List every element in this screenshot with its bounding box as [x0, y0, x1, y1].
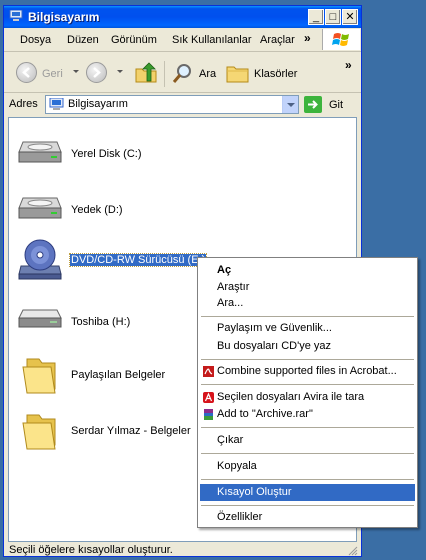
back-dropdown-icon[interactable]: [73, 70, 79, 73]
menu-araclar[interactable]: Araçlar: [260, 34, 295, 46]
menu-duzen[interactable]: Düzen: [67, 34, 99, 46]
window-title: Bilgisayarım: [28, 10, 100, 24]
menu-item-explore[interactable]: Araştır: [200, 279, 415, 296]
menu-separator: [201, 505, 414, 506]
drive-label: DVD/CD-RW Sürücüsü (E:): [68, 253, 208, 267]
go-arrow-icon: [308, 100, 318, 109]
forward-dropdown-icon[interactable]: [117, 70, 123, 73]
menu-item-avira-label: Seçilen dosyaları Avira ile tara: [217, 391, 365, 403]
back-label: Geri: [42, 68, 63, 80]
status-bar: Seçili öğelere kısayollar oluşturur.: [4, 542, 361, 557]
menu-separator: [201, 479, 414, 480]
folder-label: Serdar Yılmaz - Belgeler: [71, 425, 191, 437]
address-label: Adres: [9, 98, 38, 110]
menu-item-eject[interactable]: Çıkar: [200, 432, 415, 449]
menu-separator: [201, 359, 414, 360]
toolbar: Geri Ara Klasörler »: [4, 52, 361, 93]
address-dropdown-button[interactable]: [282, 96, 298, 113]
hard-disk-icon: [18, 141, 62, 163]
address-bar: Adres Bilgisayarım Git: [4, 93, 361, 116]
toolbar-separator: [164, 61, 165, 87]
folder-icon: [22, 414, 56, 450]
search-icon[interactable]: [172, 62, 194, 84]
menu-item-search[interactable]: Ara...: [200, 295, 415, 312]
folder-icon: [22, 358, 56, 394]
drive-label: Yerel Disk (C:): [71, 148, 142, 160]
menu-item-open[interactable]: Aç: [200, 262, 415, 279]
hard-disk-icon: [18, 197, 62, 219]
back-arrow-icon: [22, 67, 30, 78]
close-button[interactable]: ✕: [342, 9, 358, 25]
title-bar[interactable]: Bilgisayarım _ □ ✕: [4, 6, 361, 28]
menu-overflow-chevron[interactable]: »: [304, 31, 311, 45]
avira-icon: [203, 392, 214, 403]
minimize-button[interactable]: _: [308, 9, 324, 25]
menu-item-avira[interactable]: Seçilen dosyaları Avira ile tara: [200, 389, 415, 406]
drive-label: Toshiba (H:): [71, 316, 131, 328]
address-value: Bilgisayarım: [68, 98, 128, 110]
menu-separator: [201, 316, 414, 317]
folder-label: Paylaşılan Belgeler: [71, 369, 166, 381]
menu-separator: [201, 453, 414, 454]
removable-disk-icon: [18, 309, 62, 328]
menu-bar: Dosya Düzen Görünüm Sık Kullanılanlar Ar…: [4, 28, 361, 52]
acrobat-icon: [203, 366, 214, 377]
menu-item-rar[interactable]: Add to "Archive.rar": [200, 406, 415, 423]
address-input[interactable]: Bilgisayarım: [45, 95, 299, 114]
maximize-button[interactable]: □: [325, 9, 341, 25]
menu-gorunum[interactable]: Görünüm: [111, 34, 157, 46]
go-button[interactable]: [304, 96, 322, 113]
menu-item-sharing[interactable]: Paylaşım ve Güvenlik...: [200, 320, 415, 337]
forward-button[interactable]: [86, 62, 107, 83]
status-text: Seçili öğelere kısayollar oluşturur.: [9, 544, 173, 556]
winrar-icon: [204, 409, 213, 420]
my-computer-icon: [9, 10, 23, 21]
menu-item-acrobat-label: Combine supported files in Acrobat...: [217, 365, 397, 377]
up-folder-icon[interactable]: [134, 61, 158, 85]
context-menu: Aç Araştır Ara... Paylaşım ve Güvenlik..…: [197, 257, 418, 528]
menu-item-rar-label: Add to "Archive.rar": [217, 408, 313, 420]
menu-sik-kullanilanlar[interactable]: Sık Kullanılanlar: [172, 34, 252, 46]
resize-grip-icon[interactable]: [347, 545, 358, 556]
search-label[interactable]: Ara: [199, 68, 216, 80]
menu-item-properties[interactable]: Özellikler: [200, 509, 415, 526]
dvd-drive-icon: [18, 239, 62, 280]
menu-separator: [201, 427, 414, 428]
menu-item-create-shortcut[interactable]: Kısayol Oluştur: [200, 484, 415, 501]
menu-item-acrobat[interactable]: Combine supported files in Acrobat...: [200, 363, 415, 380]
windows-logo-icon: [322, 29, 360, 50]
folders-icon[interactable]: [226, 62, 250, 84]
menu-dosya[interactable]: Dosya: [20, 34, 51, 46]
menu-separator: [201, 384, 414, 385]
folders-label[interactable]: Klasörler: [254, 68, 297, 80]
my-computer-icon: [49, 98, 64, 110]
forward-arrow-icon: [93, 67, 101, 78]
toolbar-overflow-chevron[interactable]: »: [345, 58, 352, 72]
go-label[interactable]: Git: [329, 99, 343, 111]
back-button[interactable]: [16, 62, 37, 83]
menu-item-burn[interactable]: Bu dosyaları CD'ye yaz: [200, 338, 415, 355]
drive-label: Yedek (D:): [71, 204, 123, 216]
menu-item-copy[interactable]: Kopyala: [200, 458, 415, 475]
